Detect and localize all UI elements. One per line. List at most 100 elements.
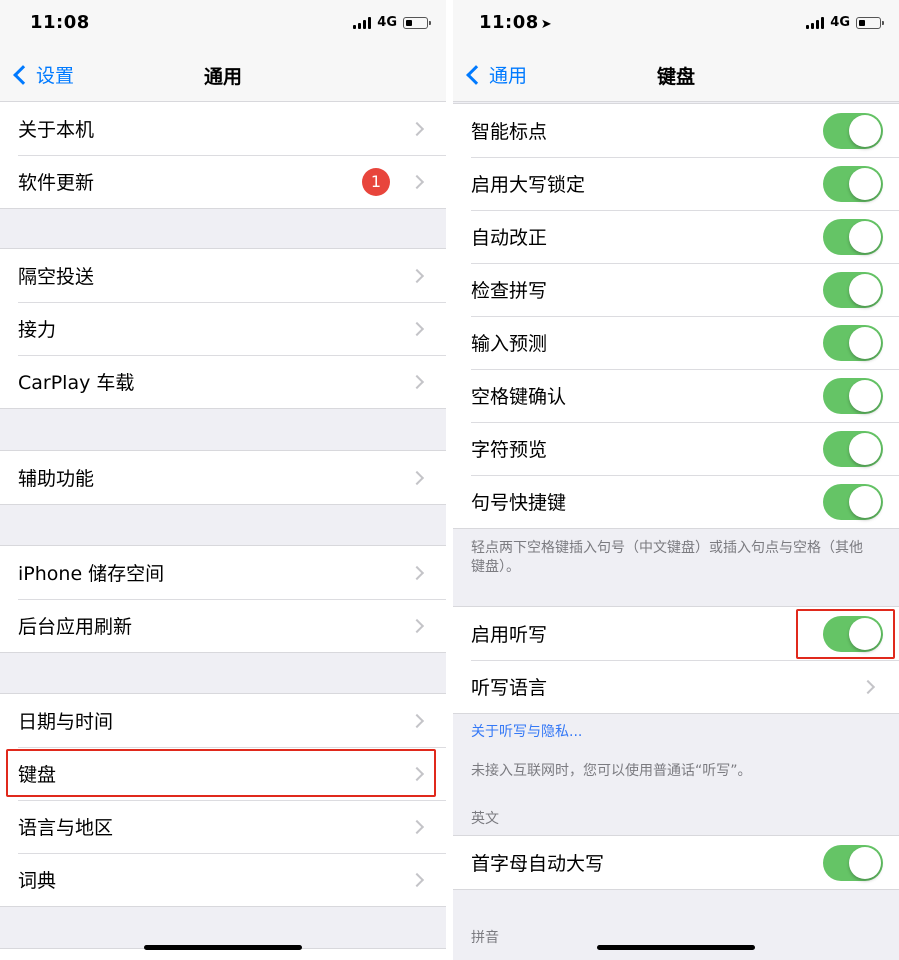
row-enable-dictation: 启用听写 xyxy=(453,607,899,660)
row-label: 键盘 xyxy=(18,764,57,786)
english-group: 首字母自动大写 xyxy=(453,835,899,890)
row-background-refresh[interactable]: 后台应用刷新 xyxy=(0,599,446,652)
row-label: 空格键确认 xyxy=(471,386,567,408)
row-label: 首字母自动大写 xyxy=(471,853,605,875)
row-keyboard[interactable]: 键盘 xyxy=(0,747,446,800)
row-about[interactable]: 关于本机 xyxy=(0,102,446,155)
chevron-right-icon xyxy=(409,766,425,781)
row-dictionary[interactable]: 词典 xyxy=(0,853,446,906)
row-label: 输入预测 xyxy=(471,333,548,355)
network-type: 4G xyxy=(830,15,850,30)
row-label: 句号快捷键 xyxy=(471,492,567,514)
caps-lock-toggle[interactable] xyxy=(823,165,883,202)
predictive-toggle[interactable] xyxy=(823,324,883,361)
chevron-right-icon xyxy=(409,618,425,633)
cellular-signal-icon xyxy=(353,16,372,29)
settings-group-storage: iPhone 储存空间 后台应用刷新 xyxy=(0,545,446,653)
row-auto-capitalization: 首字母自动大写 xyxy=(453,836,899,889)
smart-punctuation-toggle[interactable] xyxy=(823,112,883,149)
update-count-badge: 1 xyxy=(362,167,390,196)
page-title: 键盘 xyxy=(656,66,695,88)
row-label: 词典 xyxy=(18,870,57,892)
chevron-right-icon xyxy=(409,565,425,580)
row-label: 软件更新 xyxy=(18,172,95,194)
status-time: 11:08 xyxy=(30,12,90,33)
row-label: 辅助功能 xyxy=(18,468,95,490)
row-software-update[interactable]: 软件更新 1 xyxy=(0,155,446,208)
chevron-right-icon xyxy=(409,713,425,728)
page-title: 通用 xyxy=(203,66,242,88)
status-bar: 11:08 ➤ 4G xyxy=(453,0,899,48)
row-handoff[interactable]: 接力 xyxy=(0,302,446,355)
status-time-text: 11:08 xyxy=(479,12,539,33)
status-bar: 11:08 4G xyxy=(0,0,446,48)
row-check-spelling: 检查拼写 xyxy=(453,263,899,316)
settings-group-about: 关于本机 软件更新 1 xyxy=(0,101,446,209)
row-label: 日期与时间 xyxy=(18,711,114,733)
auto-correction-toggle[interactable] xyxy=(823,218,883,255)
enable-dictation-toggle[interactable] xyxy=(823,615,883,652)
period-shortcut-toggle[interactable] xyxy=(823,483,883,520)
auto-capitalization-toggle[interactable] xyxy=(823,844,883,881)
dictation-privacy-link[interactable]: 关于听写与隐私... xyxy=(471,723,871,742)
row-period-shortcut: 句号快捷键 xyxy=(453,475,899,528)
row-label: 智能标点 xyxy=(471,121,548,143)
row-predictive: 输入预测 xyxy=(453,316,899,369)
row-carplay[interactable]: CarPlay 车载 xyxy=(0,355,446,408)
row-dictation-language[interactable]: 听写语言 xyxy=(453,660,899,713)
settings-group-regional: 日期与时间 键盘 语言与地区 词典 xyxy=(0,693,446,907)
character-preview-toggle[interactable] xyxy=(823,430,883,467)
chevron-right-icon xyxy=(409,819,425,834)
screen-divider xyxy=(446,0,453,960)
row-character-preview: 字符预览 xyxy=(453,422,899,475)
cellular-signal-icon xyxy=(806,16,825,29)
row-auto-correction: 自动改正 xyxy=(453,210,899,263)
row-airdrop[interactable]: 隔空投送 xyxy=(0,249,446,302)
row-label: 后台应用刷新 xyxy=(18,616,133,638)
row-label: 隔空投送 xyxy=(18,266,95,288)
row-space-confirm: 空格键确认 xyxy=(453,369,899,422)
row-label: 听写语言 xyxy=(471,677,548,699)
space-confirm-toggle[interactable] xyxy=(823,377,883,414)
network-type: 4G xyxy=(377,15,397,30)
check-spelling-toggle[interactable] xyxy=(823,271,883,308)
battery-icon xyxy=(403,16,431,29)
chevron-right-icon xyxy=(409,321,425,336)
chevron-right-icon xyxy=(409,470,425,485)
row-label: 启用听写 xyxy=(471,624,548,646)
row-label: 字符预览 xyxy=(471,439,548,461)
chevron-right-icon xyxy=(409,174,425,189)
keyboard-options-group: 智能标点 启用大写锁定 自动改正 检查拼写 输入预测 空格键确认 字符预览 句号… xyxy=(453,103,899,529)
chevron-right-icon xyxy=(860,679,876,694)
row-label: CarPlay 车载 xyxy=(18,372,135,394)
row-language-region[interactable]: 语言与地区 xyxy=(0,800,446,853)
settings-group-accessibility: 辅助功能 xyxy=(0,450,446,505)
chevron-right-icon xyxy=(409,872,425,887)
chevron-right-icon xyxy=(409,268,425,283)
dictation-offline-note: 未接入互联网时，您可以使用普通话“听写”。 xyxy=(471,763,752,779)
keyboard-settings-screen: 11:08 ➤ 4G 通用 键盘 智能标点 启用大写锁定 自动改正 检查拼写 输… xyxy=(453,0,899,960)
row-label: 启用大写锁定 xyxy=(471,174,586,196)
chevron-right-icon xyxy=(409,121,425,136)
row-iphone-storage[interactable]: iPhone 储存空间 xyxy=(0,546,446,599)
navigation-bar: 通用 键盘 xyxy=(453,48,899,102)
row-label: 接力 xyxy=(18,319,57,341)
row-label: 关于本机 xyxy=(18,119,95,141)
row-caps-lock: 启用大写锁定 xyxy=(453,157,899,210)
row-label: 检查拼写 xyxy=(471,280,548,302)
row-accessibility[interactable]: 辅助功能 xyxy=(0,451,446,504)
row-label: iPhone 储存空间 xyxy=(18,563,165,585)
pinyin-section-header: 拼音 xyxy=(471,930,499,946)
battery-icon xyxy=(856,16,884,29)
row-smart-punctuation: 智能标点 xyxy=(453,104,899,157)
chevron-right-icon xyxy=(409,374,425,389)
row-label: 自动改正 xyxy=(471,227,548,249)
location-arrow-icon: ➤ xyxy=(540,17,553,32)
home-indicator[interactable] xyxy=(597,945,755,950)
home-indicator[interactable] xyxy=(144,945,302,950)
dictation-group: 启用听写 听写语言 xyxy=(453,606,899,714)
navigation-bar: 设置 通用 xyxy=(0,48,446,102)
row-date-time[interactable]: 日期与时间 xyxy=(0,694,446,747)
period-shortcut-note: 轻点两下空格键插入句号（中文键盘）或插入句点与空格（其他键盘）。 xyxy=(471,540,863,575)
row-label: 语言与地区 xyxy=(18,817,114,839)
